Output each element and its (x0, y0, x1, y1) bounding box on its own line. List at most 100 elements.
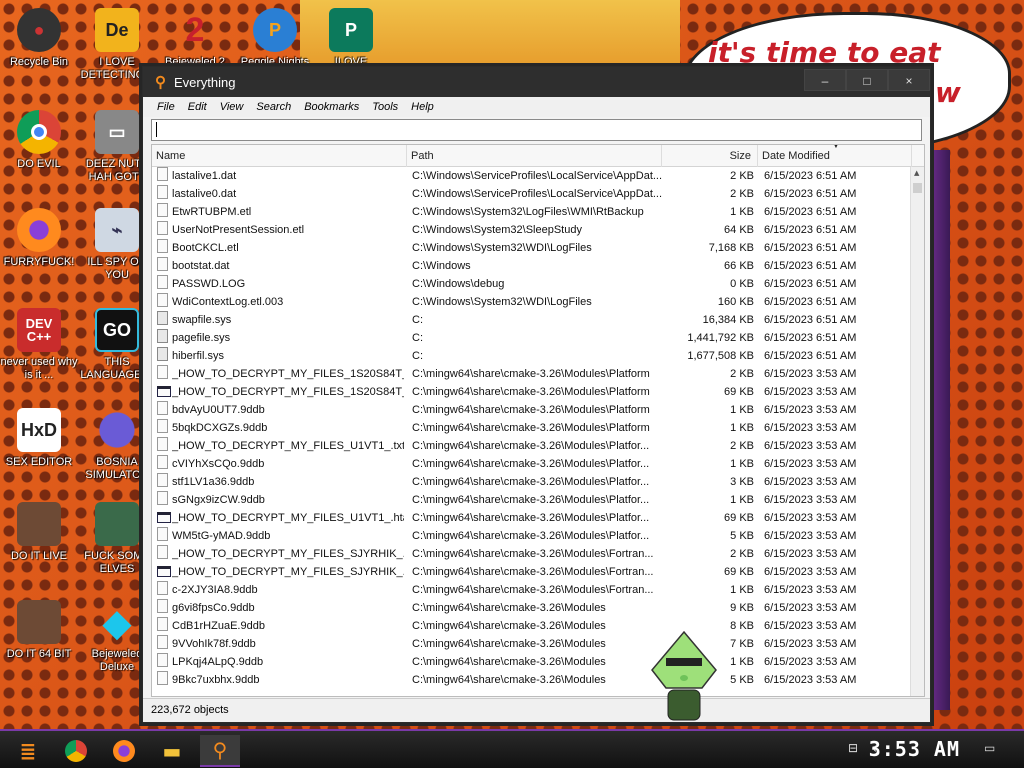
menu-file[interactable]: File (157, 101, 175, 113)
firefox-icon (17, 208, 61, 252)
table-row[interactable]: 9VVohIk78f.9ddb C:\mingw64\share\cmake-3.… (152, 635, 924, 653)
scroll-up-icon[interactable]: ▲ (914, 169, 919, 177)
row-path: C:\mingw64\share\cmake-3.26\Modules\Fort… (412, 566, 654, 578)
network-tray-icon[interactable]: ⊟ (848, 741, 858, 755)
table-row[interactable]: lastalive0.dat C:\Windows\ServiceProfiles… (152, 185, 924, 203)
row-name: UserNotPresentSession.etl (172, 224, 305, 236)
table-row[interactable]: WdiContextLog.etl.003 C:\Windows\System32… (152, 293, 924, 311)
table-row[interactable]: c-2XJY3IA8.9ddb C:\mingw64\share\cmake-3.… (152, 581, 924, 599)
desktop-icon-do-evil[interactable]: DO EVIL (0, 110, 78, 171)
chrome-icon[interactable] (56, 735, 96, 767)
table-row[interactable]: _HOW_TO_DECRYPT_MY_FILES_U1VT1_.txt C:\mi… (152, 437, 924, 455)
row-path: C:\mingw64\share\cmake-3.26\Modules\Plat… (412, 530, 650, 542)
everything-search-icon[interactable]: ⚲ (200, 735, 240, 767)
table-row[interactable]: WM5tG-yMAD.9ddb C:\mingw64\share\cmake-3.… (152, 527, 924, 545)
row-name: PASSWD.LOG (172, 278, 246, 290)
file-icon (157, 203, 168, 217)
table-row[interactable]: CdB1rHZuaE.9ddb C:\mingw64\share\cmake-3.… (152, 617, 924, 635)
table-row[interactable]: bdvAyU0UT7.9ddb C:\mingw64\share\cmake-3.… (152, 401, 924, 419)
file-icon (157, 257, 168, 271)
scrollbar-thumb[interactable] (913, 183, 922, 193)
desktop-icon-bejeweled2[interactable]: 2 Bejeweled 2 (156, 8, 234, 69)
table-row[interactable]: 5bqkDCXGZs.9ddb C:\mingw64\share\cmake-3.… (152, 419, 924, 437)
row-size: 3 KB (730, 476, 754, 488)
desktop-icon-furryfuck[interactable]: FURRYFUCK! (0, 208, 78, 269)
row-size: 2 KB (730, 368, 754, 380)
start-icon[interactable]: ≣ (8, 735, 48, 767)
column-header-name[interactable]: Name (152, 145, 407, 167)
table-row[interactable]: LPKqj4ALpQ.9ddb C:\mingw64\share\cmake-3.… (152, 653, 924, 671)
desktop-icon-ilove[interactable]: P ILOVE (312, 8, 390, 69)
row-size: 1 KB (730, 422, 754, 434)
portrait-64-icon (17, 600, 61, 644)
menu-search[interactable]: Search (256, 101, 291, 113)
table-row[interactable]: cVIYhXsCQo.9ddb C:\mingw64\share\cmake-3.… (152, 455, 924, 473)
row-size: 64 KB (724, 224, 754, 236)
table-row[interactable]: UserNotPresentSession.etl C:\Windows\Syst… (152, 221, 924, 239)
row-name: LPKqj4ALpQ.9ddb (172, 656, 264, 668)
close-button[interactable]: × (888, 69, 930, 91)
row-name: sGNgx9izCW.9ddb (172, 494, 265, 506)
maximize-button[interactable]: □ (846, 69, 888, 91)
firefox-icon[interactable] (104, 735, 144, 767)
table-row[interactable]: bootstat.dat C:\Windows 66 KB 6/15/2023 6:5… (152, 257, 924, 275)
row-name: WM5tG-yMAD.9ddb (172, 530, 271, 542)
table-row[interactable]: swapfile.sys C: 16,384 KB 6/15/2023 6:51 AM (152, 311, 924, 329)
table-row[interactable]: hiberfil.sys C: 1,677,508 KB 6/15/2023 6:51… (152, 347, 924, 365)
row-date: 6/15/2023 3:53 AM (764, 458, 857, 470)
row-path: C:\Windows\System32\SleepStudy (412, 224, 582, 236)
column-header-size[interactable]: Size (662, 145, 758, 167)
desktop-icon-recycle-bin[interactable]: ● Recycle Bin (0, 8, 78, 69)
table-row[interactable]: lastalive1.dat C:\Windows\ServiceProfiles… (152, 167, 924, 185)
hta-file-icon (157, 386, 171, 397)
table-row[interactable]: _HOW_TO_DECRYPT_MY_FILES_1S20S84T_.hta C:… (152, 383, 924, 401)
table-row[interactable]: _HOW_TO_DECRYPT_MY_FILES_U1VT1_.hta C:\mi… (152, 509, 924, 527)
column-header-path[interactable]: Path (407, 145, 662, 167)
desktop-icon-hxd[interactable]: HxD SEX EDITOR (0, 408, 78, 469)
vertical-scrollbar[interactable]: ▲ (910, 167, 924, 696)
desktop-icon-do-it-64[interactable]: DO IT 64 BIT (0, 600, 78, 661)
row-name: g6vi8fpsCo.9ddb (172, 602, 255, 614)
row-date: 6/15/2023 3:53 AM (764, 440, 857, 452)
windows-stack-icon: ▭ (95, 110, 139, 154)
file-icon (157, 275, 168, 289)
table-row[interactable]: _HOW_TO_DECRYPT_MY_FILES_1S20S84T_.txt C:… (152, 365, 924, 383)
file-explorer-icon[interactable]: ▬ (152, 735, 192, 767)
row-date: 6/15/2023 6:51 AM (764, 242, 857, 254)
taskbar-clock[interactable]: 3:53 AM (869, 737, 960, 761)
row-path: C:\Windows\System32\WDI\LogFiles (412, 296, 592, 308)
table-row[interactable]: stf1LV1a36.9ddb C:\mingw64\share\cmake-3.… (152, 473, 924, 491)
row-date: 6/15/2023 3:53 AM (764, 386, 857, 398)
row-size: 5 KB (730, 530, 754, 542)
menu-help[interactable]: Help (411, 101, 434, 113)
row-name: hiberfil.sys (172, 350, 224, 362)
file-icon (157, 581, 168, 595)
desktop-icon-devcpp[interactable]: DEV C++ never used why is it ... (0, 308, 78, 382)
portrait-icon (17, 502, 61, 546)
row-name: 9Bkc7uxbhx.9ddb (172, 674, 260, 686)
row-path: C:\mingw64\share\cmake-3.26\Modules (412, 638, 606, 650)
table-row[interactable]: 9Bkc7uxbhx.9ddb C:\mingw64\share\cmake-3.… (152, 671, 924, 689)
window-titlebar[interactable]: ⚲ Everything – □ × (143, 67, 930, 97)
table-row[interactable]: EtwRTUBPM.etl C:\Windows\System32\LogFile… (152, 203, 924, 221)
table-row[interactable]: PASSWD.LOG C:\Windows\debug 0 KB 6/15/2023 … (152, 275, 924, 293)
search-input[interactable] (151, 119, 922, 141)
menu-view[interactable]: View (220, 101, 244, 113)
table-row[interactable]: BootCKCL.etl C:\Windows\System32\WDI\LogF… (152, 239, 924, 257)
row-path: C:\mingw64\share\cmake-3.26\Modules\Fort… (412, 548, 654, 560)
table-row[interactable]: _HOW_TO_DECRYPT_MY_FILES_SJYRHIK_.hta C:\… (152, 563, 924, 581)
notification-icon[interactable]: ▭ (984, 741, 995, 755)
table-row[interactable]: pagefile.sys C: 1,441,792 KB 6/15/2023 6:51… (152, 329, 924, 347)
table-row[interactable]: sGNgx9izCW.9ddb C:\mingw64\share\cmake-3.… (152, 491, 924, 509)
menu-bookmarks[interactable]: Bookmarks (304, 101, 359, 113)
minimize-button[interactable]: – (804, 69, 846, 91)
table-row[interactable]: _HOW_TO_DECRYPT_MY_FILES_SJYRHIK_.txt C:\… (152, 545, 924, 563)
row-name: c-2XJY3IA8.9ddb (172, 584, 258, 596)
row-path: C:\mingw64\share\cmake-3.26\Modules\Plat… (412, 458, 650, 470)
desktop-icon-do-it-live[interactable]: DO IT LIVE (0, 502, 78, 563)
menu-tools[interactable]: Tools (372, 101, 398, 113)
row-path: C:\Windows\System32\WDI\LogFiles (412, 242, 592, 254)
menu-edit[interactable]: Edit (188, 101, 207, 113)
desktop-icon-peggle[interactable]: P Peggle Nights (236, 8, 314, 69)
table-row[interactable]: g6vi8fpsCo.9ddb C:\mingw64\share\cmake-3.… (152, 599, 924, 617)
